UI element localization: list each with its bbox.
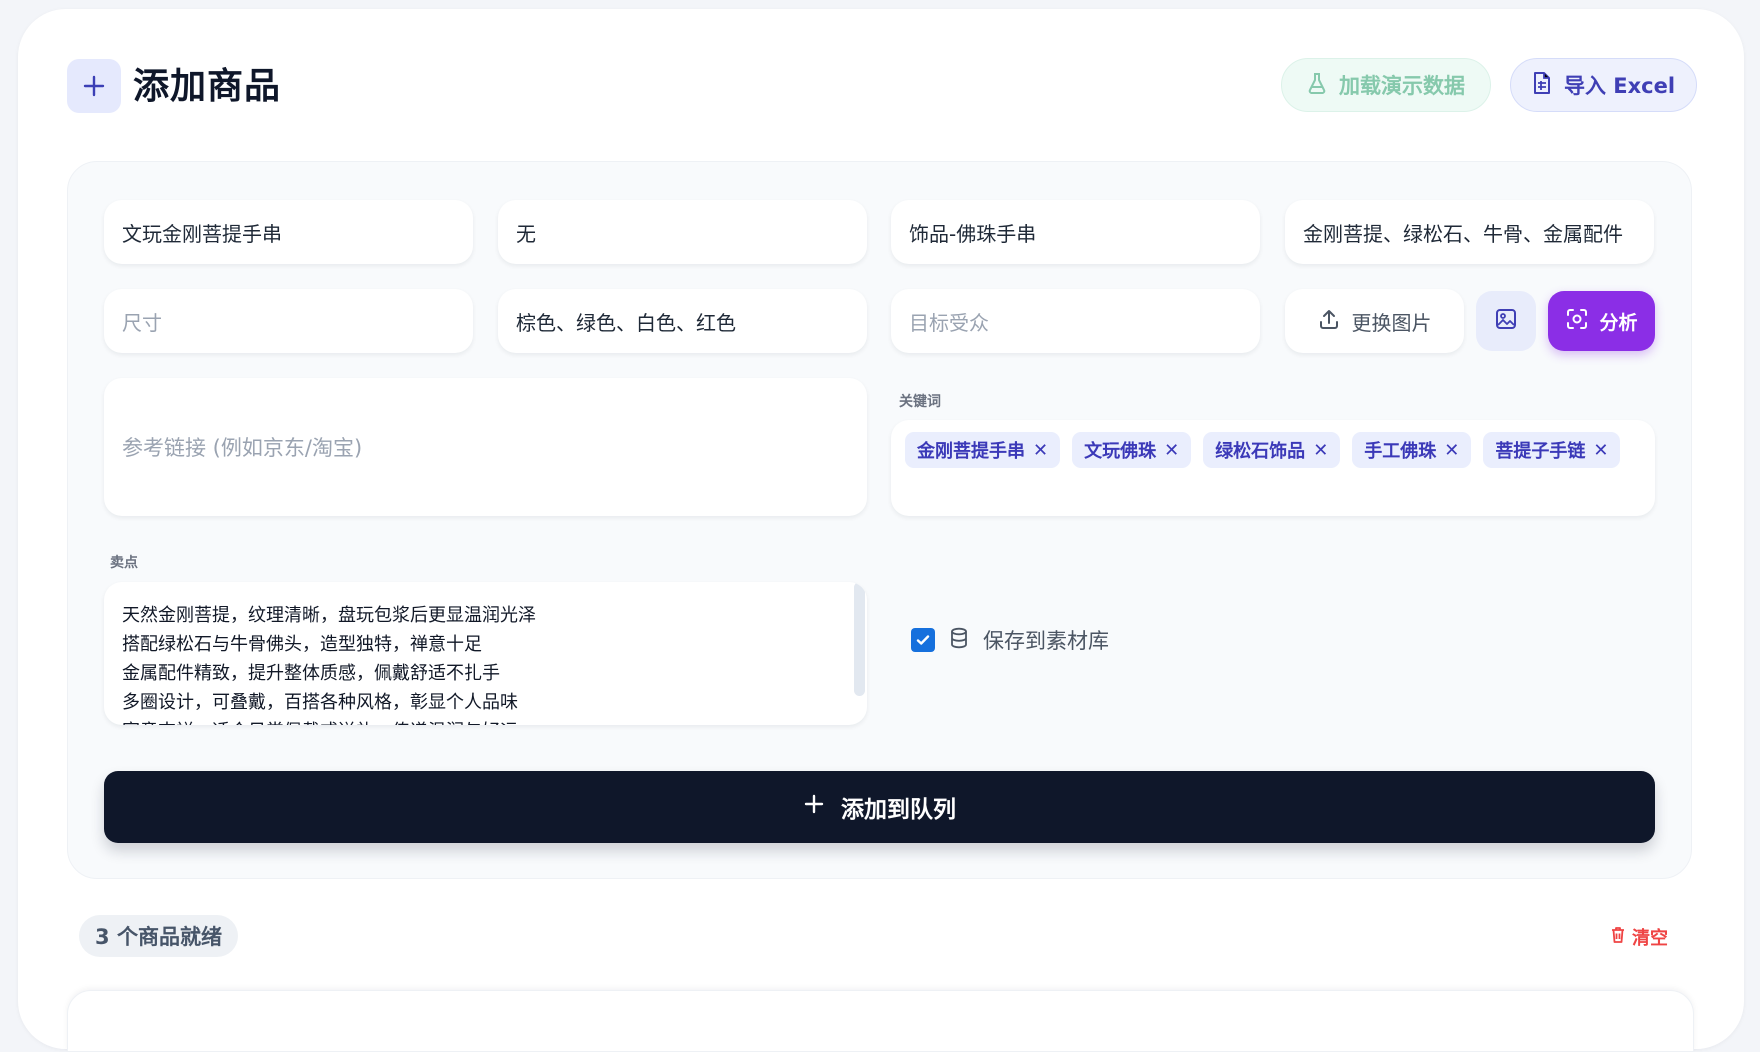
keyword-tag: 金刚菩提手串 ✕ <box>905 432 1061 468</box>
import-excel-button[interactable]: 导入 Excel <box>1510 58 1697 112</box>
spreadsheet-file-icon <box>1532 71 1552 100</box>
plus-icon <box>803 793 825 821</box>
selling-point-line: 金属配件精致，提升整体质感，佩戴舒适不扎手 <box>122 663 500 684</box>
replace-image-label: 更换图片 <box>1351 310 1432 335</box>
product-name-field[interactable]: 文玩金刚菩提手串 <box>104 200 473 264</box>
upload-icon <box>1318 308 1340 335</box>
scan-icon <box>1565 307 1589 336</box>
load-demo-button[interactable]: 加载演示数据 <box>1281 58 1491 112</box>
image-icon <box>1495 308 1517 334</box>
category-field[interactable]: 饰品-佛珠手串 <box>891 200 1260 264</box>
page-title: 添加商品 <box>133 66 282 107</box>
color-field[interactable]: 棕色、绿色、白色、红色 <box>498 289 867 353</box>
image-preview-button[interactable] <box>1476 291 1536 351</box>
selling-points-textarea[interactable]: 天然金刚菩提，纹理清晰，盘玩包浆后更显温润光泽 搭配绿松石与牛骨佛头，造型独特，… <box>104 582 867 725</box>
remove-keyword-icon[interactable]: ✕ <box>1444 440 1459 461</box>
keyword-tag: 手工佛珠 ✕ <box>1352 432 1472 468</box>
size-field[interactable]: 尺寸 <box>104 289 473 353</box>
keyword-tag-list: 金刚菩提手串 ✕ 文玩佛珠 ✕ 绿松石饰品 ✕ 手工佛珠 ✕ 菩提子手链 ✕ <box>905 432 1621 468</box>
remove-keyword-icon[interactable]: ✕ <box>1593 440 1608 461</box>
save-to-library-checkbox[interactable] <box>911 628 935 652</box>
save-to-library-label: 保存到素材库 <box>983 629 1109 653</box>
selling-point-line: 搭配绿松石与牛骨佛头，造型独特，禅意十足 <box>122 634 482 655</box>
add-to-queue-button[interactable]: 添加到队列 <box>104 771 1655 843</box>
database-icon <box>949 627 969 654</box>
keywords-label: 关键词 <box>899 394 941 410</box>
keyword-tag-text: 菩提子手链 <box>1495 441 1586 462</box>
clear-queue-label: 清空 <box>1632 928 1668 949</box>
selling-points-label: 卖点 <box>110 555 138 571</box>
replace-image-button[interactable]: 更换图片 <box>1285 289 1464 353</box>
trash-icon <box>1610 926 1626 949</box>
brand-field[interactable]: 无 <box>498 200 867 264</box>
selling-point-line: 多圈设计，可叠戴，百搭各种风格，彰显个人品味 <box>122 692 518 713</box>
selling-point-line: 寓意吉祥，适合日常佩戴或送礼，传递温润与好运 <box>122 717 837 725</box>
add-to-queue-label: 添加到队列 <box>841 797 956 823</box>
keyword-tag: 菩提子手链 ✕ <box>1483 432 1621 468</box>
keyword-tag-text: 绿松石饰品 <box>1215 441 1306 462</box>
clear-queue-button[interactable]: 清空 <box>1610 924 1668 950</box>
target-audience-field[interactable]: 目标受众 <box>891 289 1260 353</box>
keyword-tag-text: 金刚菩提手串 <box>917 441 1025 462</box>
ready-count-badge: 3 个商品就绪 <box>79 915 238 957</box>
selling-points-text: 天然金刚菩提，纹理清晰，盘玩包浆后更显温润光泽 搭配绿松石与牛骨佛头，造型独特，… <box>122 601 837 725</box>
save-to-library-option[interactable]: 保存到素材库 <box>911 625 1109 655</box>
material-field[interactable]: 金刚菩提、绿松石、牛骨、金属配件 <box>1285 200 1654 264</box>
add-product-icon <box>67 59 121 113</box>
remove-keyword-icon[interactable]: ✕ <box>1164 440 1179 461</box>
import-excel-label: 导入 Excel <box>1563 74 1676 98</box>
analyze-label: 分析 <box>1599 311 1638 334</box>
flask-icon <box>1307 72 1327 99</box>
remove-keyword-icon[interactable]: ✕ <box>1033 440 1048 461</box>
textarea-scrollbar[interactable] <box>854 582 865 696</box>
remove-keyword-icon[interactable]: ✕ <box>1313 440 1328 461</box>
load-demo-label: 加载演示数据 <box>1339 74 1465 98</box>
keyword-tag-text: 手工佛珠 <box>1364 441 1437 462</box>
keyword-tag: 文玩佛珠 ✕ <box>1072 432 1192 468</box>
keyword-tag: 绿松石饰品 ✕ <box>1203 432 1341 468</box>
selling-point-line: 天然金刚菩提，纹理清晰，盘玩包浆后更显温润光泽 <box>122 605 536 626</box>
reference-link-field[interactable]: 参考链接 (例如京东/淘宝) <box>104 378 867 516</box>
analyze-button[interactable]: 分析 <box>1548 291 1655 351</box>
queue-item-card <box>67 990 1694 1052</box>
keyword-tag-text: 文玩佛珠 <box>1084 441 1157 462</box>
